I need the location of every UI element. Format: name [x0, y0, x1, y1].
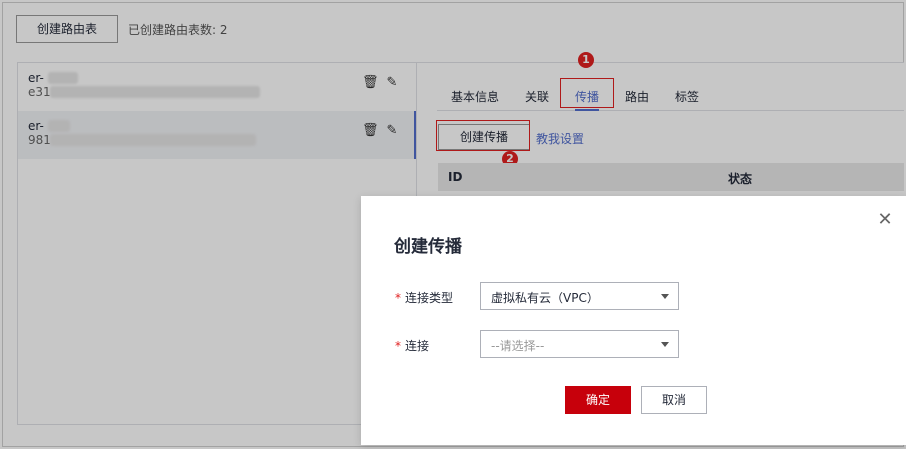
connection-label-text: 连接: [405, 339, 430, 353]
connection-type-label-text: 连接类型: [405, 291, 454, 305]
close-icon[interactable]: ✕: [877, 211, 893, 229]
connection-placeholder: --请选择--: [491, 339, 545, 353]
chevron-down-icon: [661, 342, 669, 347]
connection-select[interactable]: --请选择--: [480, 330, 679, 358]
cancel-button[interactable]: 取消: [641, 386, 707, 414]
connection-type-value: 虚拟私有云（VPC）: [491, 291, 599, 305]
connection-label: * 连接: [395, 337, 429, 354]
dialog-title: 创建传播: [394, 237, 462, 257]
connection-type-select[interactable]: 虚拟私有云（VPC）: [480, 282, 679, 310]
create-propagation-dialog: ✕ 创建传播 * 连接类型 虚拟私有云（VPC） * 连接 --请选择-- 确定 取…: [361, 196, 906, 445]
required-mark: *: [395, 339, 401, 353]
confirm-button[interactable]: 确定: [565, 386, 631, 414]
chevron-down-icon: [661, 294, 669, 299]
connection-type-label: * 连接类型: [395, 289, 453, 306]
required-mark: *: [395, 291, 401, 305]
